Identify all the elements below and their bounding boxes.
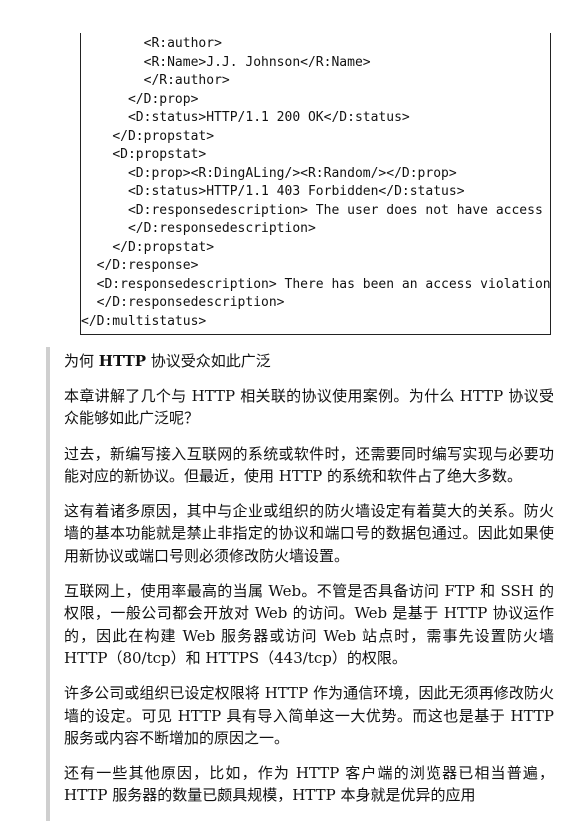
code-line: <D:responsedescription> The user does no… — [127, 203, 543, 218]
code-line: </D:responsedescription> — [96, 295, 285, 310]
sidebar-article: 为何 HTTP 协议受众如此广泛 本章讲解了几个与 HTTP 相关联的协议使用案… — [64, 350, 554, 820]
code-line: <R:author> — [143, 36, 222, 51]
code-line: <R:Name>J.J. Johnson</R:Name> — [143, 55, 371, 70]
code-line: <D:propstat> — [112, 147, 207, 162]
code-line: <D:status>HTTP/1.1 200 OK</D:status> — [127, 110, 410, 125]
article-paragraph: 互联网上，使用率最高的当属 Web。不管是否具备访问 FTP 和 SSH 的权限… — [64, 582, 554, 667]
code-line: <D:responsedescription> There has been a… — [96, 277, 551, 292]
article-paragraph: 许多公司或组织已设定权限将 HTTP 作为通信环境，因此无须再修改防火墙的设定。… — [64, 684, 554, 747]
code-line: </D:prop> — [127, 92, 199, 107]
article-paragraph: 过去，新编写接入互联网的系统或软件时，还需要同时编写实现与必要功能对应的新协议。… — [64, 444, 554, 485]
code-line: </D:multistatus> — [81, 314, 207, 329]
article-title: 为何 HTTP 协议受众如此广泛 — [64, 352, 271, 370]
code-listing: <R:author> <R:Name>J.J. Johnson</R:Name>… — [80, 33, 551, 335]
code-line: <D:status>HTTP/1.1 403 Forbidden</D:stat… — [127, 184, 465, 199]
code-line: </D:propstat> — [112, 129, 215, 144]
code-line: </D:response> — [96, 258, 199, 273]
code-line: </D:responsedescription> — [127, 221, 316, 236]
code-line: </R:author> — [143, 73, 230, 88]
article-paragraph: 本章讲解了几个与 HTTP 相关联的协议使用案例。为什么 HTTP 协议受众能够… — [64, 387, 554, 428]
article-paragraph: 还有一些其他原因，比如，作为 HTTP 客户端的浏览器已相当普遍，HTTP 服务… — [64, 764, 554, 805]
code-line: <D:prop><R:DingALing/><R:Random/></D:pro… — [127, 166, 457, 181]
sidebar-rule — [46, 347, 50, 821]
article-paragraph: 这有着诸多原因，其中与企业或组织的防火墙设定有着莫大的关系。防火墙的基本功能就是… — [64, 502, 554, 565]
code-line: </D:propstat> — [112, 240, 215, 255]
